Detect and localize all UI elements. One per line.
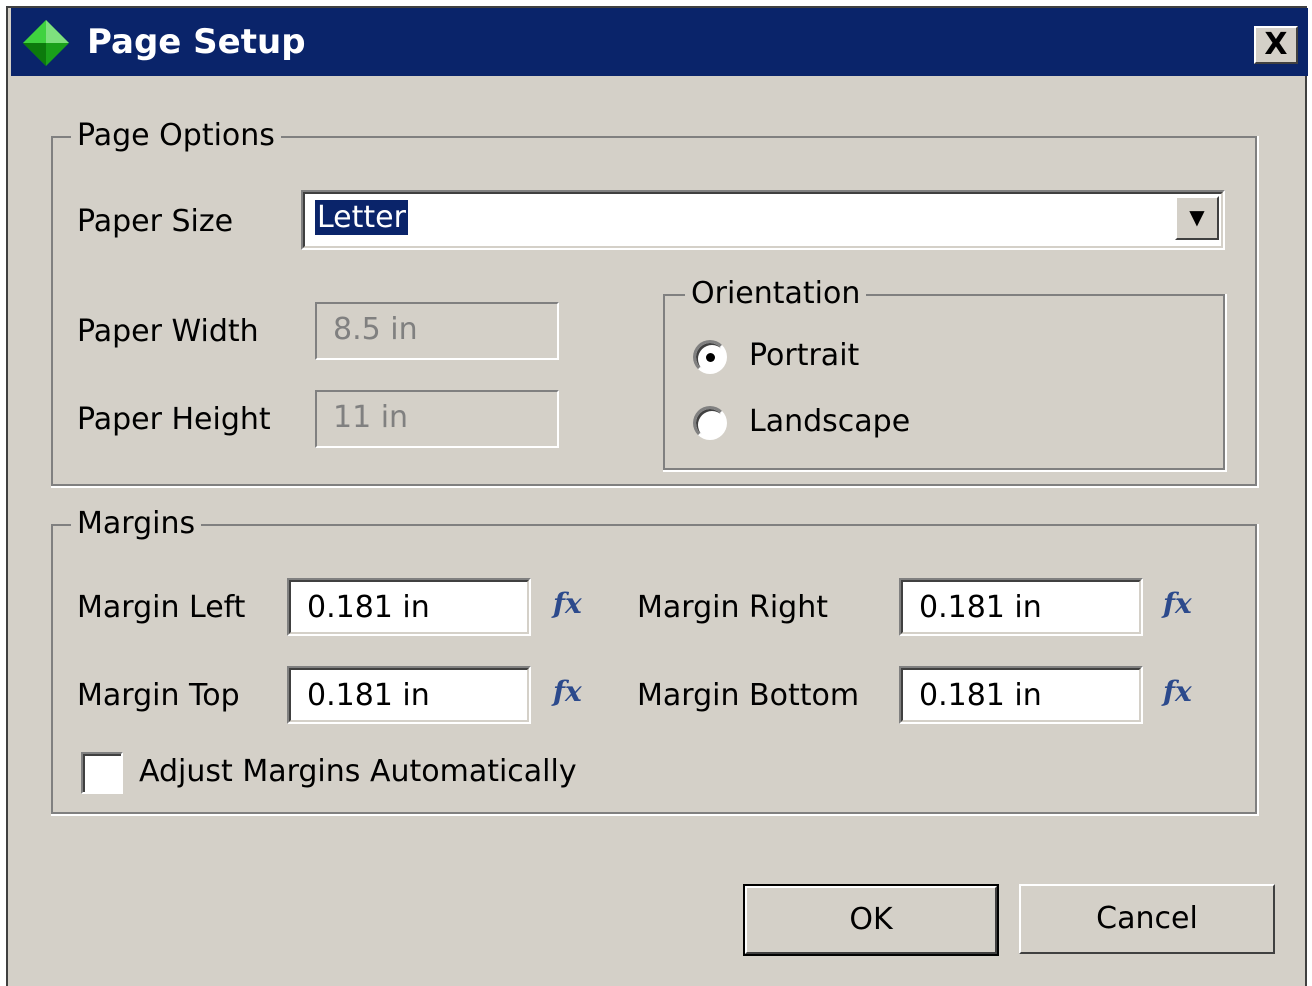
margin-top-value: 0.181 in <box>307 678 430 713</box>
portrait-label[interactable]: Portrait <box>749 338 859 374</box>
page-options-legend: Page Options <box>71 118 281 154</box>
title-bar[interactable]: Page Setup X <box>11 8 1308 76</box>
margin-bottom-label: Margin Bottom <box>637 678 860 713</box>
adjust-margins-label[interactable]: Adjust Margins Automatically <box>139 754 577 790</box>
landscape-label[interactable]: Landscape <box>749 404 910 440</box>
margin-right-label: Margin Right <box>637 590 829 625</box>
margin-top-fx-icon[interactable]: fx <box>553 674 582 710</box>
orientation-legend: Orientation <box>685 276 867 312</box>
margin-bottom-fx-icon[interactable]: fx <box>1163 674 1192 710</box>
paper-height-label: Paper Height <box>77 402 271 437</box>
margin-left-input[interactable]: 0.181 in <box>287 578 531 636</box>
paper-width-label: Paper Width <box>77 314 259 349</box>
paper-size-combobox[interactable]: Letter ▼ <box>301 190 1225 250</box>
paper-height-field: 11 in <box>315 390 559 448</box>
margin-left-value: 0.181 in <box>307 590 430 625</box>
page-options-group: Page Options Paper Size Letter ▼ Paper W… <box>51 118 1259 488</box>
margin-left-label: Margin Left <box>77 590 246 625</box>
margin-top-input[interactable]: 0.181 in <box>287 666 531 724</box>
cancel-button[interactable]: Cancel <box>1019 884 1275 954</box>
dropdown-arrow-icon[interactable]: ▼ <box>1175 196 1219 240</box>
paper-size-selected-text: Letter <box>315 200 408 235</box>
margin-bottom-value: 0.181 in <box>919 678 1042 713</box>
paper-width-field: 8.5 in <box>315 302 559 360</box>
dialog-title: Page Setup <box>87 22 306 62</box>
margin-right-fx-icon[interactable]: fx <box>1163 586 1192 622</box>
paper-height-value: 11 in <box>333 400 409 435</box>
ok-button[interactable]: OK <box>743 884 999 956</box>
page-setup-dialog: Page Setup X Page Options Paper Size Let… <box>6 6 1308 986</box>
close-button[interactable]: X <box>1254 26 1298 64</box>
portrait-radio[interactable] <box>693 340 727 374</box>
margins-group: Margins Margin Left 0.181 in fx Margin R… <box>51 506 1259 816</box>
adjust-margins-checkbox[interactable] <box>81 752 123 794</box>
margin-right-input[interactable]: 0.181 in <box>899 578 1143 636</box>
paper-width-value: 8.5 in <box>333 312 418 347</box>
paper-size-value: Letter <box>315 198 408 238</box>
margin-right-value: 0.181 in <box>919 590 1042 625</box>
radio-selected-dot <box>706 353 715 362</box>
green-diamond-icon <box>23 20 69 66</box>
margin-left-fx-icon[interactable]: fx <box>553 586 582 622</box>
paper-size-label: Paper Size <box>77 204 234 239</box>
landscape-radio[interactable] <box>693 406 727 440</box>
margins-legend: Margins <box>71 506 202 542</box>
orientation-group: Orientation Portrait Landscape <box>663 276 1227 472</box>
margin-top-label: Margin Top <box>77 678 240 713</box>
margin-bottom-input[interactable]: 0.181 in <box>899 666 1143 724</box>
